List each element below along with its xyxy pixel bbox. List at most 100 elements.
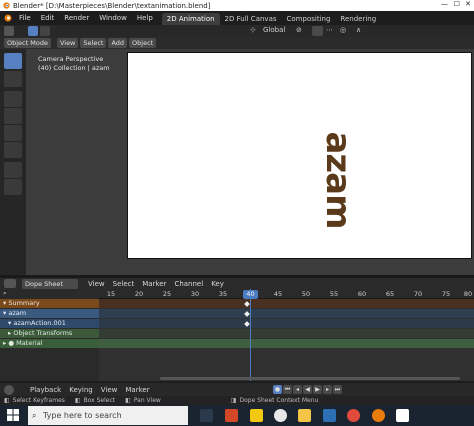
current-frame-label[interactable]: 40 <box>243 290 258 299</box>
play-reverse-icon[interactable]: ◀ <box>303 385 312 394</box>
select-box-icon[interactable] <box>28 26 38 36</box>
expand-icon[interactable]: ▸ <box>8 329 11 337</box>
timeline-menu-keying[interactable]: Keying <box>65 386 97 394</box>
jump-start-icon[interactable]: ⏮ <box>283 385 292 394</box>
dopesheet-mode-select[interactable]: Dope Sheet <box>22 278 78 289</box>
orientation-select[interactable]: Global <box>263 26 285 34</box>
blender-menu-icon[interactable] <box>2 13 14 23</box>
app-icon[interactable] <box>396 409 409 422</box>
dopesheet-editor-icon[interactable] <box>4 279 16 288</box>
frame-tick: 50 <box>301 290 311 298</box>
transforms-keyframe-row <box>99 329 474 338</box>
channel-action[interactable]: ▾ azamAction.001 <box>0 319 99 328</box>
transform-tool-icon[interactable] <box>4 142 22 158</box>
frame-tick: 30 <box>190 290 200 298</box>
annotate-tool-icon[interactable] <box>4 162 22 178</box>
dopesheet-menu-key[interactable]: Key <box>207 280 228 288</box>
material-icon: ● <box>8 339 15 347</box>
move-tool-icon[interactable] <box>4 91 22 107</box>
viewport-menu-add[interactable]: Add <box>108 38 128 48</box>
timeline-editor-icon[interactable] <box>4 384 14 395</box>
task-view-icon[interactable] <box>200 409 213 422</box>
snap-icon[interactable]: ⋯ <box>326 26 333 34</box>
summary-keyframe-row <box>99 299 474 308</box>
cursor-tool-icon[interactable] <box>4 71 22 87</box>
dopesheet-menu-view[interactable]: View <box>84 280 109 288</box>
dopesheet-menu-select[interactable]: Select <box>109 280 139 288</box>
object-mode-select[interactable]: Object Mode <box>4 38 51 48</box>
clock-app-icon[interactable] <box>274 409 287 422</box>
timeline-menu-marker[interactable]: Marker <box>121 386 153 394</box>
close-icon[interactable]: ✕ <box>465 0 471 8</box>
next-key-icon[interactable]: ▸ <box>323 385 332 394</box>
dopesheet-header: Dope Sheet View Select Marker Channel Ke… <box>0 278 474 289</box>
keyframe-area[interactable] <box>99 299 474 381</box>
expand-icon[interactable]: ▾ <box>3 299 6 307</box>
taskbar-search-input[interactable]: ⌕ Type here to search <box>28 406 188 425</box>
timeline-header: Playback Keying View Marker ● ⏮ ◂ ◀ ▶ ▸ ⏭ <box>0 383 474 396</box>
tool-shelf <box>0 49 26 275</box>
menu-edit[interactable]: Edit <box>36 11 60 25</box>
sticky-notes-icon[interactable] <box>250 409 263 422</box>
menu-render[interactable]: Render <box>59 11 94 25</box>
camera-frame <box>127 52 472 259</box>
falloff-icon[interactable]: ∧ <box>356 26 361 34</box>
maximize-icon[interactable]: ☐ <box>454 0 460 8</box>
mail-icon[interactable] <box>323 409 336 422</box>
workspace-tab-rendering[interactable]: Rendering <box>335 13 381 25</box>
blender-taskbar-icon[interactable] <box>372 409 385 422</box>
dopesheet-menu-channel[interactable]: Channel <box>170 280 207 288</box>
viewport-menu-view[interactable]: View <box>56 38 79 48</box>
select-mode-icon[interactable] <box>40 26 50 36</box>
snap-toggle-icon[interactable] <box>312 26 323 36</box>
workspace-tab-compositing[interactable]: Compositing <box>282 13 336 25</box>
channel-summary[interactable]: ▾ Summary <box>0 299 99 308</box>
frame-tick: 80 <box>463 290 473 298</box>
pivot-icon[interactable]: ⊘ <box>296 26 302 34</box>
dopesheet-menu-marker[interactable]: Marker <box>138 280 170 288</box>
play-icon[interactable]: ▶ <box>313 385 322 394</box>
minimize-icon[interactable]: — <box>441 0 448 8</box>
channel-object-transforms[interactable]: ▸ Object Transforms <box>0 329 99 338</box>
timeline-menu-view[interactable]: View <box>97 386 122 394</box>
frame-tick: 60 <box>357 290 367 298</box>
status-box: Box Select <box>83 397 116 404</box>
measure-tool-icon[interactable] <box>4 179 22 195</box>
frame-ruler[interactable]: 15 20 25 30 35 45 50 55 60 65 70 75 80 <box>99 289 474 299</box>
file-explorer-icon[interactable] <box>298 409 311 422</box>
expand-icon[interactable]: ▾ <box>3 309 6 317</box>
prev-key-icon[interactable]: ◂ <box>293 385 302 394</box>
filter-icon[interactable]: ⌕ <box>3 289 7 297</box>
horizontal-scrollbar[interactable] <box>160 377 460 380</box>
channel-object[interactable]: ▾ azam <box>0 309 99 318</box>
proportional-edit-icon[interactable]: ◎ <box>340 26 346 34</box>
workspace-tab-2d-animation[interactable]: 2D Animation <box>161 12 220 25</box>
blender-logo-icon <box>3 2 10 9</box>
workspace-tab-2d-full-canvas[interactable]: 2D Full Canvas <box>220 13 282 25</box>
office-icon[interactable] <box>225 409 238 422</box>
expand-icon[interactable]: ▾ <box>8 319 11 327</box>
jump-end-icon[interactable]: ⏭ <box>333 385 342 394</box>
menu-help[interactable]: Help <box>132 11 158 25</box>
rotate-tool-icon[interactable] <box>4 108 22 124</box>
viewport-menu-select[interactable]: Select <box>80 38 107 48</box>
object-keyframe-row <box>99 309 474 318</box>
timeline-menu-playback[interactable]: Playback <box>26 386 65 394</box>
menu-window[interactable]: Window <box>94 11 132 25</box>
text-object[interactable]: azam <box>318 131 358 228</box>
chrome-icon[interactable] <box>347 409 360 422</box>
record-icon[interactable]: ● <box>273 385 282 394</box>
channel-material[interactable]: ▸ ● Material <box>0 339 99 348</box>
status-pan: Pan View <box>133 397 161 404</box>
window-title: Blender* [D:\Masterpieces\Blender\textan… <box>13 1 211 10</box>
viewport-menu-object[interactable]: Object <box>129 38 157 48</box>
playhead-line[interactable] <box>250 289 251 381</box>
menu-file[interactable]: File <box>14 11 36 25</box>
scale-tool-icon[interactable] <box>4 125 22 141</box>
expand-icon[interactable]: ▸ <box>3 339 6 347</box>
channel-search-row[interactable]: ⌕ <box>0 289 99 298</box>
editor-type-icon[interactable] <box>4 26 14 36</box>
top-menu-bar: File Edit Render Window Help 2D Animatio… <box>0 11 474 25</box>
windows-start-icon[interactable] <box>7 409 19 421</box>
select-tool-icon[interactable] <box>4 53 22 69</box>
